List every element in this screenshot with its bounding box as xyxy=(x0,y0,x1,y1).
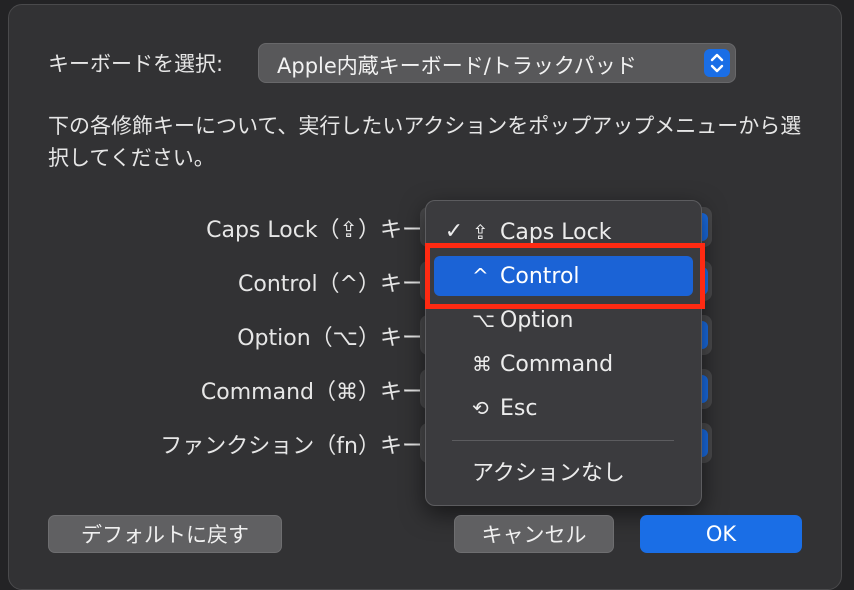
row-label-option: Option（⌥）キー xyxy=(237,326,424,351)
keyboard-select-value: Apple内蔵キーボード/トラックパッド xyxy=(277,54,637,78)
annotation-highlight-box xyxy=(425,243,705,309)
menu-separator xyxy=(452,440,674,441)
ok-button[interactable]: OK xyxy=(640,515,802,553)
row-label-control: Control（^）キー xyxy=(238,272,424,297)
menu-item-label: Caps Lock xyxy=(500,220,612,245)
menu-item-command[interactable]: ⌘ Command xyxy=(434,344,693,384)
chevron-updown-icon xyxy=(704,49,730,77)
cancel-button[interactable]: キャンセル xyxy=(454,515,614,553)
restore-defaults-button[interactable]: デフォルトに戻す xyxy=(48,515,282,553)
menu-item-label: Esc xyxy=(500,396,538,421)
command-icon: ⌘ xyxy=(472,352,492,376)
row-label-function: ファンクション（fn）キー xyxy=(160,434,424,459)
instructions-text: 下の各修飾キーについて、実行したいアクションをポップアップメニューから選択してく… xyxy=(48,114,802,170)
escape-icon: ⟲ xyxy=(472,396,489,420)
keyboard-select-popup[interactable]: Apple内蔵キーボード/トラックパッド xyxy=(258,43,736,83)
menu-item-label: アクションなし xyxy=(472,461,625,486)
keyboard-select-label: キーボードを選択: xyxy=(48,52,224,76)
row-label-command: Command（⌘）キー xyxy=(200,380,424,405)
menu-item-label: Option xyxy=(500,308,574,333)
menu-item-esc[interactable]: ⟲ Esc xyxy=(434,388,693,428)
menu-item-no-action[interactable]: アクションなし xyxy=(434,454,693,494)
menu-item-label: Command xyxy=(500,352,614,377)
row-label-caps-lock: Caps Lock（⇪）キー xyxy=(206,218,424,243)
